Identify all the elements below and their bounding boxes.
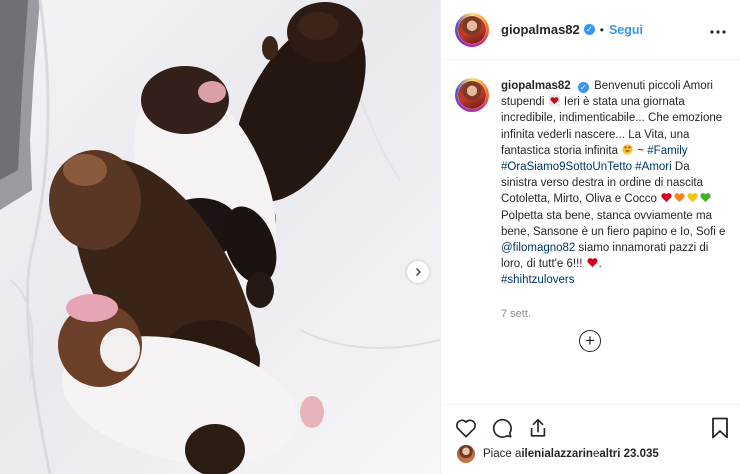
separator-dot: • (599, 22, 604, 37)
bookmark-icon[interactable] (711, 417, 729, 439)
caption-text: Polpetta sta bene, stanca ovviamente ma … (501, 209, 726, 238)
post-caption: giopalmas82 ✓ Benvenuti piccoli Amori st… (501, 78, 726, 289)
action-bar: Piace a ilenialazzarin e altri 23.035 (441, 404, 740, 474)
red-heart-icon (587, 258, 598, 268)
liker-username[interactable]: ilenialazzarin (521, 448, 593, 460)
author-avatar[interactable] (455, 12, 489, 47)
post-photo[interactable] (0, 0, 440, 474)
post-header: giopalmas82 ✓ • Segui (441, 0, 740, 60)
likes-prefix: Piace a (483, 448, 522, 460)
chevron-right-icon (415, 267, 422, 277)
caption-avatar[interactable] (455, 78, 489, 112)
next-photo-button[interactable] (407, 261, 429, 283)
add-comment-icon[interactable]: + (579, 329, 601, 352)
action-icons (441, 405, 740, 441)
post-sidebar: giopalmas82 ✓ • Segui giopalmas82 ✓ Benv… (440, 0, 740, 474)
verified-badge-icon: ✓ (577, 82, 589, 93)
hashtag-link[interactable]: #shihtzulovers (501, 274, 575, 286)
follow-button[interactable]: Segui (609, 23, 643, 37)
caption-text: ~ (634, 144, 648, 157)
hashtag-link[interactable]: #Amori (635, 161, 671, 173)
verified-badge-icon: ✓ (583, 24, 595, 35)
green-heart-icon (700, 193, 711, 203)
puppies-image (0, 0, 440, 474)
post-timestamp[interactable]: 7 sett. (501, 308, 740, 320)
like-heart-icon[interactable] (455, 418, 477, 438)
add-comment-label: + (585, 331, 595, 351)
heart-eyes-emoji-icon (622, 144, 633, 155)
red-heart-icon (661, 193, 672, 203)
comment-icon[interactable] (491, 417, 513, 439)
share-icon[interactable] (527, 417, 549, 439)
hashtag-link[interactable]: #OraSiamo9SottoUnTetto (501, 161, 632, 173)
liker-avatar[interactable] (457, 445, 475, 463)
mention-link[interactable]: @filomagno82 (501, 242, 575, 254)
yellow-heart-icon (687, 193, 698, 203)
author-username[interactable]: giopalmas82 (501, 22, 580, 37)
more-options-icon[interactable] (710, 21, 726, 39)
caption-username[interactable]: giopalmas82 (501, 80, 571, 92)
hashtag-link[interactable]: #Family (647, 145, 687, 157)
caption-block: giopalmas82 ✓ Benvenuti piccoli Amori st… (441, 60, 740, 289)
heart-emoji-icon (548, 95, 560, 107)
likes-others-count[interactable]: altri 23.035 (599, 448, 658, 460)
caption-text: . (598, 258, 602, 271)
orange-heart-icon (674, 193, 685, 203)
likes-summary: Piace a ilenialazzarin e altri 23.035 (441, 441, 740, 463)
